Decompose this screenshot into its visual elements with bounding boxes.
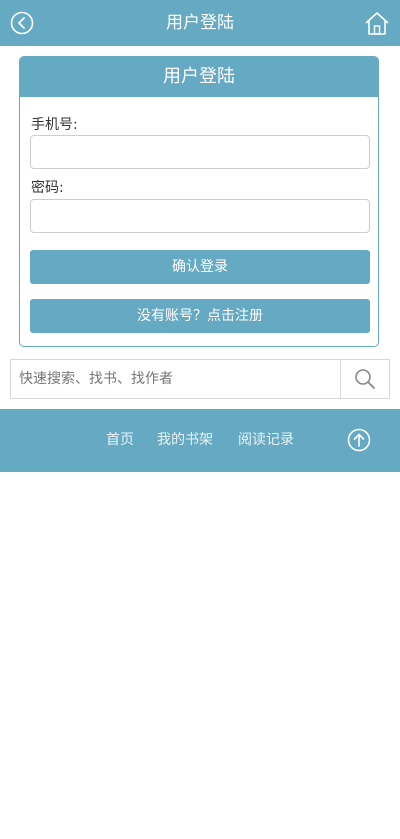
phone-label: 手机号: — [31, 117, 78, 133]
top-bar: 用户登陆 — [0, 0, 400, 46]
footer-bar: 首页 我的书架 阅读记录 — [0, 409, 400, 472]
login-submit-button[interactable]: 确认登录 — [30, 250, 370, 284]
phone-input[interactable] — [30, 135, 370, 169]
home-button[interactable] — [364, 10, 390, 36]
login-card-title: 用户登陆 — [20, 57, 378, 97]
search-bar — [10, 359, 390, 399]
register-button[interactable]: 没有账号？点击注册 — [30, 299, 370, 333]
footer-link-history[interactable]: 阅读记录 — [238, 409, 294, 472]
arrow-up-circle-icon — [347, 428, 371, 452]
password-input[interactable] — [30, 199, 370, 233]
password-label: 密码: — [31, 180, 64, 196]
footer-link-home[interactable]: 首页 — [106, 409, 134, 472]
search-button[interactable] — [340, 360, 389, 398]
page-title: 用户登陆 — [166, 13, 234, 33]
search-input[interactable] — [11, 360, 341, 398]
search-icon — [355, 369, 375, 389]
home-icon — [365, 12, 389, 35]
login-card: 用户登陆 手机号: 密码: 确认登录 没有账号？点击注册 — [19, 56, 379, 347]
footer-link-bookshelf[interactable]: 我的书架 — [157, 409, 213, 472]
back-to-top-button[interactable] — [347, 428, 371, 452]
